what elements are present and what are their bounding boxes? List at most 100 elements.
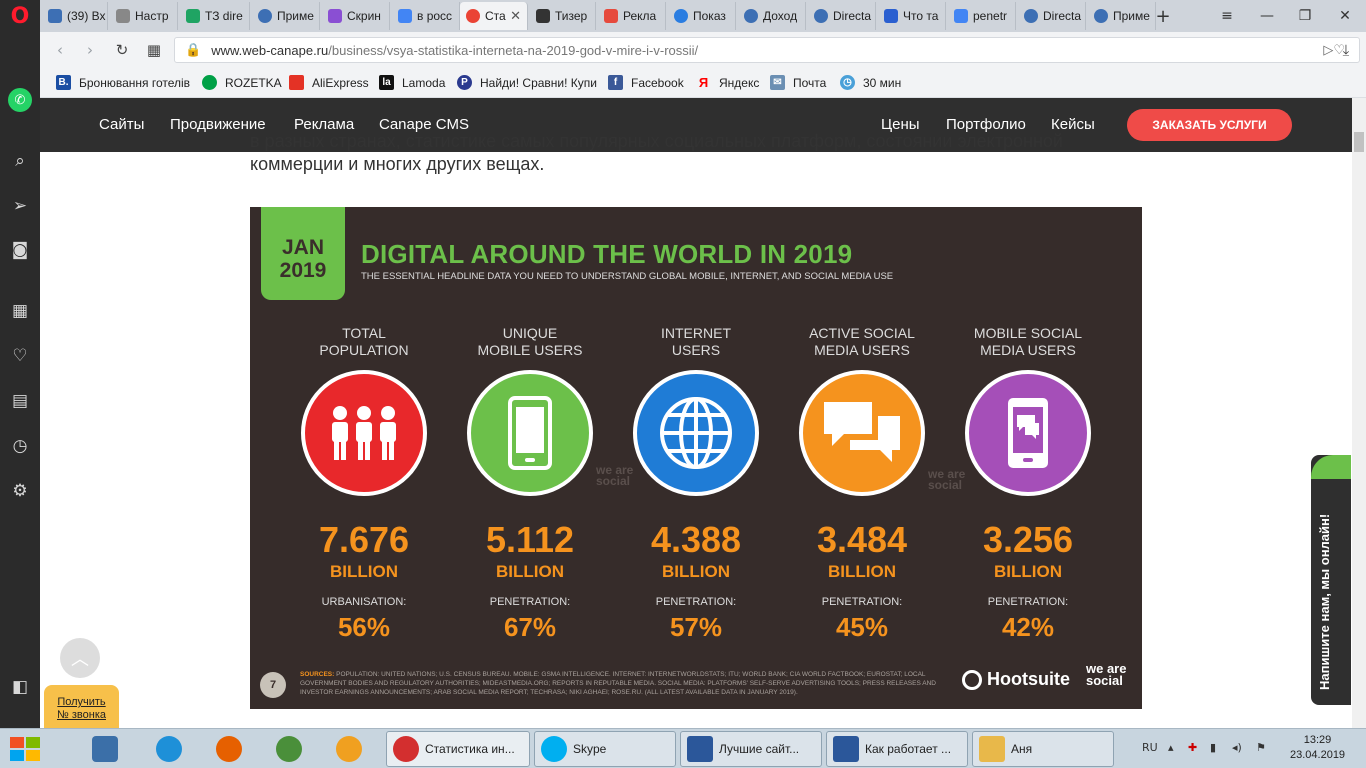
maximize-button[interactable]: ❐ — [1290, 4, 1320, 28]
mail-icon: ✉ — [770, 75, 785, 90]
tray-expand-icon[interactable]: ▴ — [1168, 741, 1174, 754]
url-field[interactable]: 🔒 www.web-canape.ru/business/vsya-statis… — [174, 37, 1360, 63]
stat-value: 4.388 — [650, 519, 742, 560]
history-icon[interactable]: ◷ — [8, 434, 32, 458]
scrollbar-thumb[interactable] — [1354, 132, 1364, 152]
booking-icon: B. — [56, 75, 71, 90]
close-window-button[interactable]: ✕ — [1330, 4, 1360, 28]
vlc-like-icon[interactable] — [336, 731, 368, 767]
minimize-button[interactable]: — — [1252, 4, 1282, 28]
taskbar-window-folder[interactable]: Аня — [972, 731, 1114, 767]
tab-settings[interactable]: Настр — [110, 2, 178, 30]
forward-icon[interactable]: › — [80, 40, 100, 60]
callback-label: Получить — [57, 696, 106, 708]
digital-2019-infographic: JAN 2019 DIGITAL AROUND THE WORLD IN 201… — [250, 207, 1142, 709]
stat-percent: 57% — [669, 612, 723, 642]
site-icon — [744, 9, 758, 23]
stat-label: TOTAL POPULATION — [319, 325, 409, 358]
scroll-to-top-button[interactable]: ︿ — [60, 638, 100, 678]
camera-icon[interactable]: ◙ — [8, 238, 32, 262]
taskbar-window-skype[interactable]: Skype — [534, 731, 676, 767]
tab-income[interactable]: Доход — [738, 2, 806, 30]
bookmark-facebook[interactable]: f Facebook — [608, 75, 684, 90]
taskbar-window-word-1[interactable]: Лучшие сайт... — [680, 731, 822, 767]
taskbar-window-opera[interactable]: Статистика ин... — [386, 731, 530, 767]
online-chat-widget[interactable]: Напишите нам, мы онлайн! — [1311, 455, 1351, 705]
tab-ads[interactable]: Рекла — [598, 2, 666, 30]
antivirus-tray-icon[interactable]: ✚ — [1188, 741, 1197, 754]
stat-value: 5.112 — [485, 519, 575, 560]
bookmark-30min[interactable]: ◷ 30 мин — [840, 75, 901, 90]
url-host: www.web-canape.ru — [211, 42, 329, 58]
tab-menu-icon[interactable]: ≡ — [1212, 4, 1242, 28]
site-icon — [814, 9, 828, 23]
opera-logo-icon[interactable]: O — [8, 4, 32, 29]
new-tab-button[interactable]: + — [1148, 4, 1178, 28]
heart-icon[interactable]: ♡ — [8, 344, 32, 368]
tab-google-search[interactable]: в росс — [392, 2, 460, 30]
flag-tray-icon[interactable]: ⚑ — [1256, 741, 1266, 754]
mobile-chat-icon — [965, 370, 1091, 496]
downloader-icon[interactable] — [276, 731, 308, 767]
tab-mail[interactable]: (39) Вх — [42, 2, 108, 30]
firefox-icon[interactable] — [216, 731, 248, 767]
tab-screenshot[interactable]: Скрин — [322, 2, 390, 30]
settings-gear-icon[interactable]: ⚙ — [8, 479, 32, 503]
tab-directa-1[interactable]: Directa — [808, 2, 876, 30]
start-button[interactable] — [6, 731, 46, 767]
internet-explorer-icon[interactable] — [156, 731, 188, 767]
tab-example[interactable]: Приме — [252, 2, 320, 30]
bookmark-yandex[interactable]: Я Яндекс — [696, 75, 760, 90]
back-icon[interactable]: ‹ — [50, 40, 70, 60]
sidebar-toggle-icon[interactable]: ◧ — [8, 675, 32, 699]
tab-what-is[interactable]: Что та — [878, 2, 946, 30]
whatsapp-icon[interactable]: ✆ — [8, 88, 32, 112]
callback-label: № звонка — [57, 709, 106, 721]
stat-percent: 56% — [337, 612, 391, 642]
gear-icon — [116, 9, 130, 23]
network-tray-icon[interactable]: ▮ — [1210, 741, 1216, 754]
sources-footnote: SOURCES: POPULATION: UNITED NATIONS; U.S… — [300, 670, 940, 697]
paragraph-line: в разных странах, статистике самых попул… — [250, 131, 1063, 151]
tab-example-2[interactable]: Приме — [1088, 2, 1156, 30]
bookmark-aliexpress[interactable]: AliExpress — [289, 75, 369, 90]
volume-tray-icon[interactable]: ◂) — [1232, 741, 1242, 754]
language-indicator[interactable]: RU — [1142, 741, 1158, 754]
speed-dial-icon[interactable]: ▦ — [8, 299, 32, 323]
bookmark-price[interactable]: P Найди! Сравни! Купи — [457, 75, 597, 90]
owl-icon — [962, 669, 982, 690]
globe-icon — [633, 370, 759, 496]
stat-unique-mobile-users: UNIQUE MOBILE USERS 5.112 BILLION PENETRA… — [455, 325, 605, 643]
system-clock[interactable]: 13:29 23.04.2019 — [1290, 733, 1345, 763]
news-icon[interactable]: ▤ — [8, 389, 32, 413]
price-ua-icon: P — [457, 75, 472, 90]
tab-directa-2[interactable]: Directa — [1018, 2, 1086, 30]
page-scrollbar[interactable] — [1352, 98, 1366, 728]
tab-tz[interactable]: ТЗ dire — [180, 2, 250, 30]
speed-dial-grid-icon[interactable]: ▦ — [144, 40, 164, 60]
taskbar-window-word-2[interactable]: Как работает ... — [826, 731, 968, 767]
callback-button[interactable]: Получить № звонка — [44, 685, 119, 728]
bookmark-lamoda[interactable]: la Lamoda — [379, 75, 445, 90]
reload-icon[interactable]: ↻ — [112, 40, 132, 60]
send-icon[interactable]: ➢ — [8, 194, 32, 218]
order-services-button[interactable]: Заказать услуги — [1127, 109, 1292, 141]
search-icon[interactable]: ⌕ — [8, 149, 32, 173]
bookmark-booking[interactable]: B. Бронювання готелів — [56, 75, 190, 90]
tab-teaser[interactable]: Тизер — [530, 2, 596, 30]
bookmark-rozetka[interactable]: ROZETKA — [202, 75, 282, 90]
download-icon[interactable]: ⤓ — [1336, 40, 1356, 60]
sources-label: SOURCES: — [300, 671, 335, 678]
bookmarks-bar: B. Бронювання готелів ROZETKA AliExpress … — [40, 68, 1366, 98]
stat-metric-label: PENETRATION: — [655, 596, 737, 608]
we-are-social-watermark: we are social — [596, 463, 634, 488]
tab-active-statistics[interactable]: Ста ✕ — [460, 2, 528, 30]
bookmark-mail[interactable]: ✉ Почта — [770, 75, 826, 90]
tab-show[interactable]: Показ — [668, 2, 736, 30]
clock-time: 13:29 — [1303, 734, 1332, 746]
bookmark-icon — [884, 9, 898, 23]
tab-penetration[interactable]: penetr — [948, 2, 1016, 30]
nav-sites[interactable]: Сайты — [99, 116, 144, 133]
sound-app-icon[interactable] — [92, 731, 124, 767]
close-tab-icon[interactable]: ✕ — [506, 8, 521, 24]
